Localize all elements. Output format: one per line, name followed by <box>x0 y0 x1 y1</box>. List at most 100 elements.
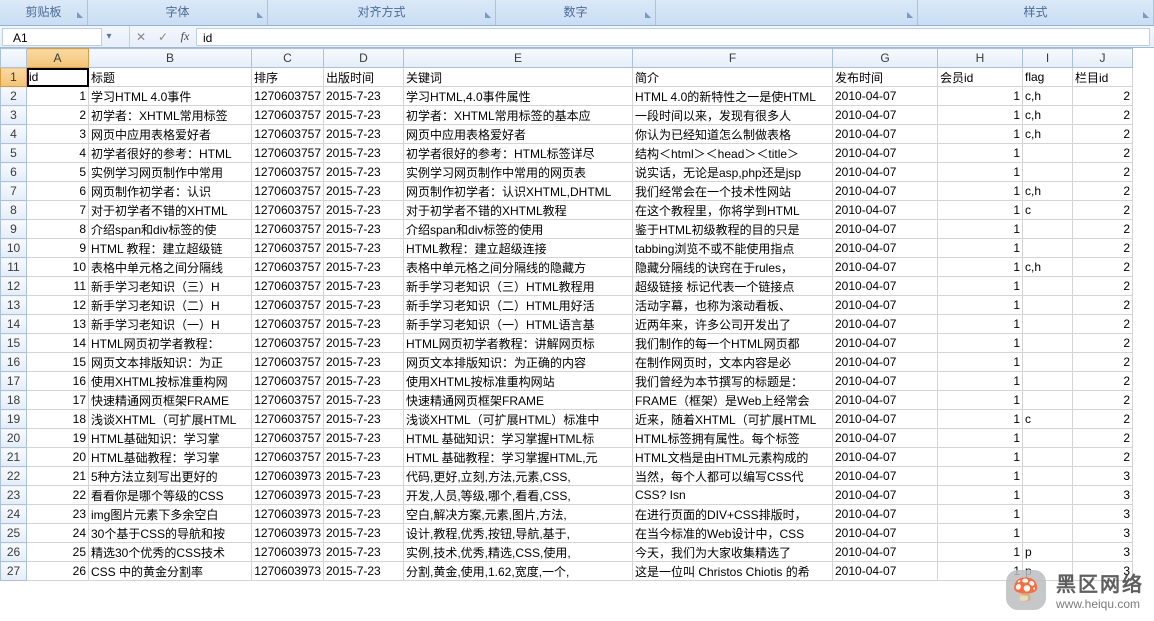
cell[interactable]: 2 <box>1073 315 1133 334</box>
cell[interactable]: 2 <box>1073 144 1133 163</box>
cell[interactable]: 2015-7-23 <box>324 296 404 315</box>
cell[interactable]: 2010-04-07 <box>833 106 938 125</box>
cell[interactable]: 出版时间 <box>324 68 404 87</box>
row-header[interactable]: 27 <box>1 562 27 581</box>
cell[interactable] <box>1023 524 1073 543</box>
cell[interactable]: 2010-04-07 <box>833 125 938 144</box>
row-header[interactable]: 3 <box>1 106 27 125</box>
cell[interactable]: 2010-04-07 <box>833 524 938 543</box>
cell[interactable]: 1270603757 <box>252 391 324 410</box>
cell[interactable]: img图片元素下多余空白 <box>89 505 252 524</box>
cell[interactable]: 1270603757 <box>252 353 324 372</box>
row-header[interactable]: 13 <box>1 296 27 315</box>
cell[interactable]: 网页文本排版知识：为正 <box>89 353 252 372</box>
cell[interactable]: 活动字幕，也称为滚动看板、 <box>633 296 833 315</box>
cell[interactable] <box>1023 277 1073 296</box>
cell[interactable]: 2 <box>1073 201 1133 220</box>
cell[interactable]: 14 <box>27 334 89 353</box>
cell[interactable]: 2010-04-07 <box>833 543 938 562</box>
cell[interactable]: 新手学习老知识（三）HTML教程用 <box>404 277 633 296</box>
cell[interactable]: 3 <box>1073 486 1133 505</box>
row-header[interactable]: 8 <box>1 201 27 220</box>
cell[interactable]: 11 <box>27 277 89 296</box>
formula-input[interactable]: id <box>196 28 1150 46</box>
cell[interactable]: 你认为已经知道怎么制做表格 <box>633 125 833 144</box>
cell[interactable]: 新手学习老知识（二）HTML用好活 <box>404 296 633 315</box>
cell[interactable]: 网页制作初学者：认识XHTML,DHTML <box>404 182 633 201</box>
cell[interactable]: HTML 基础教程：学习掌握HTML,元 <box>404 448 633 467</box>
cell[interactable]: 2010-04-07 <box>833 163 938 182</box>
cell[interactable]: 今天，我们为大家收集精选了 <box>633 543 833 562</box>
ribbon-group[interactable]: 样式 <box>918 0 1154 25</box>
row-header[interactable]: 16 <box>1 353 27 372</box>
cell[interactable]: 1270603757 <box>252 277 324 296</box>
cell[interactable]: 20 <box>27 448 89 467</box>
cell[interactable] <box>1023 505 1073 524</box>
cell[interactable]: 对于初学者不错的XHTML教程 <box>404 201 633 220</box>
cell[interactable]: 新手学习老知识（二）H <box>89 296 252 315</box>
cell[interactable]: 快速精通网页框架FRAME <box>404 391 633 410</box>
cell[interactable]: 1 <box>938 258 1023 277</box>
cell[interactable] <box>1023 220 1073 239</box>
cell[interactable]: 浅谈XHTML（可扩展HTML）标准中 <box>404 410 633 429</box>
row-header[interactable]: 10 <box>1 239 27 258</box>
cell[interactable]: 2 <box>27 106 89 125</box>
row-header[interactable]: 2 <box>1 87 27 106</box>
cell[interactable]: 1 <box>938 334 1023 353</box>
cell[interactable]: 近两年来，许多公司开发出了 <box>633 315 833 334</box>
cell[interactable]: 2015-7-23 <box>324 353 404 372</box>
cell[interactable]: 2010-04-07 <box>833 353 938 372</box>
cell[interactable]: 1270603757 <box>252 220 324 239</box>
row-header[interactable]: 1 <box>1 68 27 87</box>
cell[interactable]: 19 <box>27 429 89 448</box>
row-header[interactable]: 24 <box>1 505 27 524</box>
cell[interactable]: 新手学习老知识（一）H <box>89 315 252 334</box>
cell[interactable]: 使用XHTML按标准重构网 <box>89 372 252 391</box>
cell[interactable]: 一段时间以来，发现有很多人 <box>633 106 833 125</box>
cell[interactable]: c,h <box>1023 125 1073 144</box>
cell[interactable] <box>1023 163 1073 182</box>
cell[interactable]: 1 <box>938 448 1023 467</box>
cell[interactable]: 1 <box>938 543 1023 562</box>
cell[interactable] <box>1023 144 1073 163</box>
cell[interactable] <box>1023 486 1073 505</box>
cell[interactable]: 2010-04-07 <box>833 220 938 239</box>
cell[interactable]: 1270603757 <box>252 182 324 201</box>
cell[interactable]: 25 <box>27 543 89 562</box>
cell[interactable]: 2015-7-23 <box>324 125 404 144</box>
cell[interactable]: HTML网页初学者教程： <box>89 334 252 353</box>
cell[interactable]: HTML 4.0的新特性之一是使HTML <box>633 87 833 106</box>
cell[interactable]: 会员id <box>938 68 1023 87</box>
cell[interactable]: 2010-04-07 <box>833 315 938 334</box>
spreadsheet-grid[interactable]: ABCDEFGHIJ1id标题排序出版时间关键词简介发布时间会员idflag栏目… <box>0 48 1154 581</box>
cell[interactable]: 1 <box>27 87 89 106</box>
cell[interactable]: c,h <box>1023 182 1073 201</box>
cell[interactable]: 1270603973 <box>252 543 324 562</box>
cell-reference[interactable]: A1 <box>2 28 102 46</box>
cell[interactable]: HTML教程：建立超级连接 <box>404 239 633 258</box>
fx-icon[interactable]: fx <box>174 29 196 44</box>
row-header[interactable]: 12 <box>1 277 27 296</box>
cell[interactable]: 1 <box>938 182 1023 201</box>
cell[interactable] <box>1023 429 1073 448</box>
cell[interactable]: 开发,人员,等级,哪个,看看,CSS, <box>404 486 633 505</box>
row-header[interactable]: 15 <box>1 334 27 353</box>
cell[interactable]: 空白,解决方案,元素,图片,方法, <box>404 505 633 524</box>
cell[interactable]: 22 <box>27 486 89 505</box>
row-header[interactable]: 19 <box>1 410 27 429</box>
column-header[interactable]: E <box>404 49 633 68</box>
cell[interactable]: 1270603757 <box>252 125 324 144</box>
cell[interactable]: 1 <box>938 277 1023 296</box>
cell[interactable]: 2 <box>1073 220 1133 239</box>
cell[interactable] <box>1023 296 1073 315</box>
row-header[interactable]: 18 <box>1 391 27 410</box>
cell[interactable]: 2010-04-07 <box>833 391 938 410</box>
cell[interactable]: CSS 中的黄金分割率 <box>89 562 252 581</box>
cell[interactable]: 1 <box>938 372 1023 391</box>
column-header[interactable]: D <box>324 49 404 68</box>
cell[interactable]: 浅谈XHTML（可扩展HTML <box>89 410 252 429</box>
cell[interactable]: 1 <box>938 315 1023 334</box>
cell[interactable]: 初学者：XHTML常用标签的基本应 <box>404 106 633 125</box>
cell[interactable]: 26 <box>27 562 89 581</box>
cell[interactable]: 学习HTML,4.0事件属性 <box>404 87 633 106</box>
